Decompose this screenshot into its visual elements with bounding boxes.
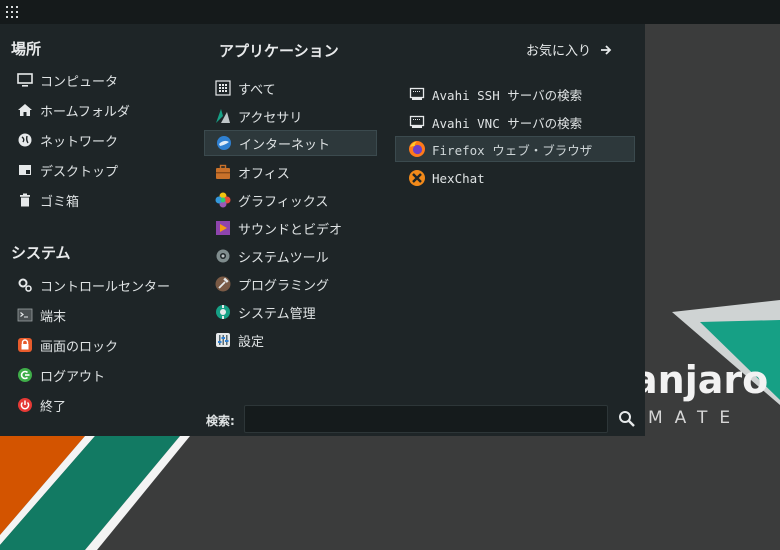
internet-globe-icon [215,134,233,152]
app-label: Firefox ウェブ・ブラウザ [432,142,593,158]
accessories-icon [214,107,232,125]
system-title: システム [11,244,71,262]
hammer-icon [214,275,232,293]
place-item-label: ネットワーク [40,134,119,150]
category-label: システム管理 [238,306,316,322]
gears-icon [16,276,34,294]
place-item-home[interactable]: ホームフォルダ [16,97,130,123]
places-title: 場所 [11,40,42,58]
place-item-network[interactable]: ネットワーク [16,127,118,153]
power-icon [16,396,34,414]
place-item-label: デスクトップ [40,164,119,180]
category-label: すべて [238,82,276,98]
category-label: インターネット [239,137,331,153]
category-sound-video[interactable]: サウンドとビデオ [214,215,374,241]
search-icon[interactable] [617,409,637,429]
hexchat-icon [408,169,426,187]
admin-icon [214,303,232,321]
globe-icon [16,131,34,149]
wallpaper-edition: MATE [648,408,742,428]
application-menu: 場所 コンピュータ ホームフォルダ ネットワーク デスクトップ ゴミ箱 システム… [0,24,645,436]
system-item-label: 終了 [40,399,67,415]
category-programming[interactable]: プログラミング [214,271,374,297]
system-item-label: 画面のロック [40,339,119,355]
place-item-desktop[interactable]: デスクトップ [16,157,118,183]
system-gear-icon [214,247,232,265]
place-item-trash[interactable]: ゴミ箱 [16,187,79,213]
arrow-right-icon [599,43,613,57]
category-label: サウンドとビデオ [238,222,343,238]
app-label: HexChat [432,170,485,186]
wallpaper-brand: anjaro [632,358,768,402]
system-item-label: 端末 [40,309,67,325]
logout-icon [16,366,34,384]
place-item-label: コンピュータ [40,74,119,90]
app-avahi-vnc[interactable]: Avahi VNC サーバの検索 [408,109,633,135]
desktop-folder-icon [16,161,34,179]
app-hexchat[interactable]: HexChat [408,165,633,191]
category-internet[interactable]: インターネット [204,130,377,156]
category-graphics[interactable]: グラフィックス [214,187,374,213]
favorites-label: お気に入り [525,44,591,59]
system-item-lock-screen[interactable]: 画面のロック [16,332,118,358]
category-settings[interactable]: 設定 [214,327,374,353]
monitor-icon [16,71,34,89]
menu-grid-icon[interactable] [5,5,19,19]
system-item-terminal[interactable]: 端末 [16,302,66,328]
category-accessories[interactable]: アクセサリ [214,103,374,129]
system-item-control-center[interactable]: コントロールセンター [16,272,170,298]
graphics-palette-icon [214,191,232,209]
trash-icon [16,191,34,209]
app-label: Avahi VNC サーバの検索 [432,115,583,131]
system-item-logout[interactable]: ログアウト [16,362,105,388]
category-administration[interactable]: システム管理 [214,299,374,325]
firefox-icon [408,140,426,158]
settings-sliders-icon [214,331,232,349]
favorites-button[interactable]: お気に入り [526,40,613,59]
category-label: 設定 [238,334,265,350]
briefcase-icon [214,163,232,181]
place-item-label: ゴミ箱 [40,194,80,210]
app-avahi-ssh[interactable]: Avahi SSH サーバの検索 [408,81,633,107]
category-label: アクセサリ [238,110,303,126]
lock-icon [16,336,34,354]
system-item-shutdown[interactable]: 終了 [16,392,66,418]
category-label: システムツール [238,250,329,266]
system-item-label: コントロールセンター [40,279,171,295]
place-item-computer[interactable]: コンピュータ [16,67,118,93]
category-office[interactable]: オフィス [214,159,374,185]
app-firefox[interactable]: Firefox ウェブ・ブラウザ [395,136,635,162]
grid-icon [214,79,232,97]
system-item-label: ログアウト [40,369,106,385]
category-all[interactable]: すべて [214,75,374,101]
applications-title: アプリケーション [219,42,339,60]
app-label: Avahi SSH サーバの検索 [432,87,583,103]
home-icon [16,101,34,119]
network-server-icon [408,85,426,103]
multimedia-icon [214,219,232,237]
search-input[interactable] [244,405,608,433]
terminal-icon [16,306,34,324]
category-system-tools[interactable]: システムツール [214,243,374,269]
top-panel [0,0,780,24]
category-label: グラフィックス [238,194,329,210]
search-label: 検索: [206,414,235,428]
network-server-icon [408,113,426,131]
category-label: オフィス [238,166,290,182]
place-item-label: ホームフォルダ [40,104,130,120]
category-label: プログラミング [238,278,330,294]
